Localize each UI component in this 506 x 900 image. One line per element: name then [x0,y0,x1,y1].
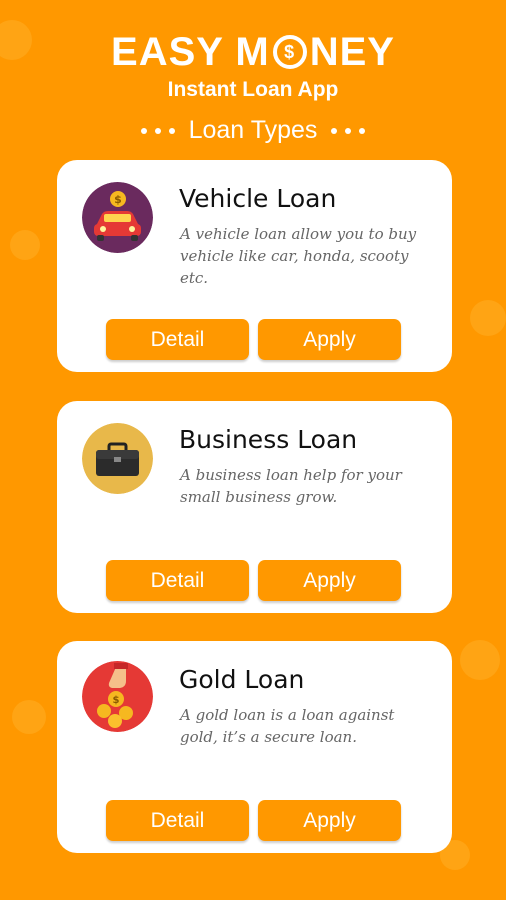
detail-button[interactable]: Detail [106,319,249,360]
dots-right-icon [331,127,366,134]
loan-card-business: Business Loan A business loan help for y… [57,401,452,613]
section-heading: Loan Types [0,116,506,145]
background-coin [12,700,46,734]
background-coin [470,300,506,336]
apply-button[interactable]: Apply [258,319,401,360]
briefcase-icon [82,423,153,494]
loan-name: Business Loan [179,425,358,454]
app-title-right: NEY [309,29,395,74]
svg-text:$: $ [113,695,120,706]
dots-left-icon [140,127,175,134]
svg-text:$: $ [114,193,122,206]
background-coin [10,230,40,260]
loan-description: A business loan help for your small busi… [180,466,402,506]
hand-coins-icon: $ [82,661,153,732]
loan-name: Vehicle Loan [179,184,337,213]
loan-card-gold: $ Gold Loan A gold loan is a loan agains… [57,641,452,853]
apply-button[interactable]: Apply [258,560,401,601]
background-coin [460,640,500,680]
loan-description: A gold loan is a loan against gold, it’s… [180,706,395,746]
apply-button[interactable]: Apply [258,800,401,841]
app-title: EASY M $ NEY [0,28,506,76]
app-title-left: EASY M [111,29,270,74]
loan-name: Gold Loan [179,665,305,694]
app-header: EASY M $ NEY Instant Loan App Loan Types [0,28,506,145]
app-subtitle: Instant Loan App [167,78,339,101]
detail-button[interactable]: Detail [106,800,249,841]
car-coin-icon: $ [82,182,153,253]
dollar-coin-icon: $ [272,35,307,69]
detail-button[interactable]: Detail [106,560,249,601]
loan-description: A vehicle loan allow you to buy vehicle … [180,225,417,287]
loan-card-vehicle: $ Vehicle Loan A vehicle loan allow you … [57,160,452,372]
section-title: Loan Types [188,116,318,144]
